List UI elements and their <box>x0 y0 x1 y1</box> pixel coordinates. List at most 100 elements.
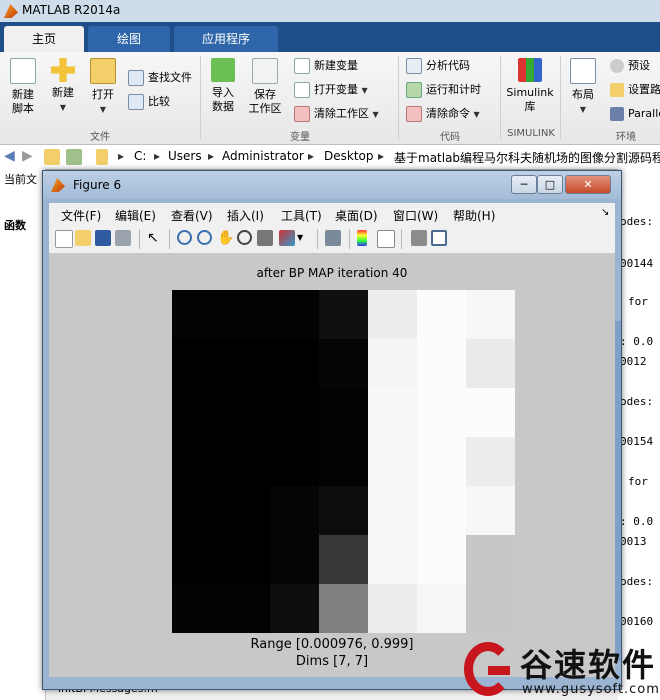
image-pixel <box>319 290 368 339</box>
breadcrumb-item[interactable]: C: <box>134 149 146 163</box>
link-plot-icon[interactable] <box>325 230 341 246</box>
image-pixel <box>172 584 221 633</box>
set-path-icon <box>610 83 624 97</box>
up-folder-icon[interactable] <box>44 149 60 165</box>
save-workspace-button[interactable]: 保存 工作区 <box>246 58 284 116</box>
show-plot-tools-icon[interactable] <box>431 230 447 246</box>
maximize-button[interactable]: □ <box>537 175 563 194</box>
image-pixel <box>368 486 417 535</box>
tab-plots[interactable]: 绘图 <box>88 26 170 52</box>
data-cursor-icon[interactable] <box>257 230 273 246</box>
image-pixel <box>368 584 417 633</box>
figure-canvas[interactable]: after BP MAP iteration 40 Range [0.00097… <box>49 254 615 677</box>
group-label-simulink: SIMULINK <box>507 128 555 139</box>
set-path-button[interactable]: 设置路 <box>610 80 660 100</box>
menu-desktop[interactable]: 桌面(D) <box>335 207 378 224</box>
brush-dropdown-icon[interactable]: ▼ <box>297 230 313 246</box>
image-pixel <box>221 535 270 584</box>
image-pixel <box>172 290 221 339</box>
legend-icon[interactable] <box>377 230 395 248</box>
clear-workspace-button[interactable]: 清除工作区 ▼ <box>294 104 379 124</box>
image-pixel <box>319 388 368 437</box>
simulink-library-button[interactable]: Simulink 库 <box>504 58 556 114</box>
new-figure-icon[interactable] <box>55 230 73 248</box>
image-pixel <box>417 339 466 388</box>
layout-button[interactable]: 布局 ▼ <box>564 58 602 117</box>
new-button[interactable]: 新建 ▼ <box>44 58 82 115</box>
plot-title: after BP MAP iteration 40 <box>256 266 408 280</box>
matlab-logo-icon <box>4 4 18 18</box>
pointer-icon[interactable]: ↖ <box>147 230 163 246</box>
image-pixel <box>466 535 515 584</box>
import-arrow-icon <box>211 58 235 82</box>
group-label-code: 代码 <box>440 132 460 143</box>
breadcrumb-item[interactable]: Administrator <box>222 149 304 163</box>
menu-view[interactable]: 查看(V) <box>171 207 213 224</box>
menu-edit[interactable]: 编辑(E) <box>115 207 156 224</box>
print-figure-icon[interactable] <box>115 230 131 246</box>
menu-dock-arrow-icon[interactable]: ↘ <box>601 207 609 218</box>
parallel-button[interactable]: Paralle <box>610 104 660 124</box>
image-pixel <box>270 486 319 535</box>
rotate-3d-icon[interactable] <box>237 230 252 245</box>
image-pixel <box>221 584 270 633</box>
image-pixel <box>319 535 368 584</box>
colorbar-icon[interactable] <box>357 230 367 246</box>
find-files-button[interactable]: 查找文件 <box>128 68 192 88</box>
folder-icon <box>90 58 116 84</box>
browse-folder-icon[interactable] <box>66 149 82 165</box>
image-grid <box>172 290 515 633</box>
new-variable-button[interactable]: 新建变量 <box>294 56 358 76</box>
open-variable-button[interactable]: 打开变量 ▼ <box>294 80 368 100</box>
preferences-button[interactable]: 预设 <box>610 56 650 76</box>
image-pixel <box>172 388 221 437</box>
clear-commands-button[interactable]: 清除命令 ▼ <box>406 104 480 124</box>
open-file-icon[interactable] <box>75 230 91 246</box>
menu-window[interactable]: 窗口(W) <box>393 207 438 224</box>
back-arrow-icon[interactable]: ◀ <box>4 148 15 164</box>
ribbon: 新建 脚本 新建 ▼ 打开 ▼ 查找文件 比较 文件 导入 数据 保存 工作区 新建… <box>0 52 660 145</box>
image-pixel <box>466 486 515 535</box>
breadcrumb-item[interactable]: Users <box>168 149 202 163</box>
analyze-code-button[interactable]: 分析代码 <box>406 56 470 76</box>
minimize-button[interactable]: ─ <box>511 175 537 194</box>
image-pixel <box>270 339 319 388</box>
brush-icon[interactable] <box>279 230 295 246</box>
run-and-time-button[interactable]: 运行和计时 <box>406 80 481 100</box>
compare-button[interactable]: 比较 <box>128 92 170 112</box>
close-button[interactable]: ✕ <box>565 175 611 194</box>
hide-plot-tools-icon[interactable] <box>411 230 427 246</box>
layout-icon <box>570 58 596 84</box>
menu-tools[interactable]: 工具(T) <box>281 207 322 224</box>
ribbon-divider <box>398 56 399 140</box>
image-pixel <box>466 339 515 388</box>
figure-scrollbar[interactable] <box>615 321 621 661</box>
ribbon-tab-row: 主页 绘图 应用程序 <box>0 22 660 52</box>
image-pixel <box>466 437 515 486</box>
tab-apps[interactable]: 应用程序 <box>174 26 278 52</box>
breadcrumb-item[interactable]: 基于matlab编程马尔科夫随机场的图像分割源码程 <box>394 149 660 166</box>
pan-hand-icon[interactable]: ✋ <box>217 230 234 246</box>
new-script-button[interactable]: 新建 脚本 <box>4 58 42 116</box>
menu-file[interactable]: 文件(F) <box>61 207 101 224</box>
save-figure-icon[interactable] <box>95 230 111 246</box>
figure-title-bar[interactable]: Figure 6 ─ □ ✕ <box>43 171 621 199</box>
image-pixel <box>319 437 368 486</box>
open-button[interactable]: 打开 ▼ <box>84 58 122 117</box>
image-pixel <box>368 437 417 486</box>
menu-insert[interactable]: 插入(I) <box>227 207 264 224</box>
zoom-out-icon[interactable] <box>197 230 212 245</box>
image-pixel <box>417 584 466 633</box>
tab-home[interactable]: 主页 <box>4 26 84 52</box>
parallel-icon <box>610 107 624 121</box>
command-window[interactable]: odes: 00144 for : 0.0 0012 odes: 00154 f… <box>618 169 660 700</box>
image-pixel <box>221 437 270 486</box>
menu-help[interactable]: 帮助(H) <box>453 207 495 224</box>
forward-arrow-icon[interactable]: ▶ <box>22 148 33 164</box>
breadcrumb-item[interactable]: Desktop <box>324 149 374 163</box>
import-data-button[interactable]: 导入 数据 <box>204 58 242 114</box>
find-files-icon <box>128 70 144 86</box>
zoom-in-icon[interactable] <box>177 230 192 245</box>
image-pixel <box>270 388 319 437</box>
watermark-text: 谷速软件 <box>520 646 657 684</box>
